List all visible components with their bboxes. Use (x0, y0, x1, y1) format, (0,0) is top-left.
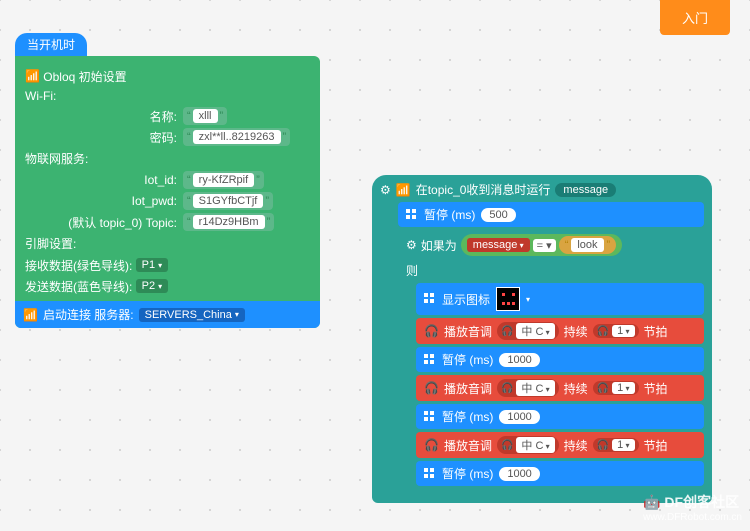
play-tone-block[interactable]: 🎧播放音调🎧中 C持续🎧1节拍 (416, 432, 704, 458)
gear-icon[interactable]: ⚙ (406, 238, 417, 252)
beat-slot[interactable]: 🎧1 (593, 438, 639, 452)
pause-block[interactable]: 暂停 (ms)1000 (416, 404, 704, 429)
pwd-label: 密码: (25, 129, 183, 146)
pwd-slot[interactable]: “zxl**ll..8219263” (183, 128, 290, 146)
obloq-init-block[interactable]: 📶 Obloq 初始设置 Wi-Fi: 名称:“xlll” 密码:“zxl**l… (15, 56, 320, 328)
pause-value[interactable]: 1000 (499, 410, 539, 424)
iot-section: 物联网服务: (25, 150, 310, 167)
watermark: 🤖 DF创客社区 www.DFRobot.com.cn (643, 492, 742, 523)
rx-label: 接收数据(绿色导线): (25, 257, 132, 274)
led-matrix-icon[interactable] (496, 287, 520, 311)
on-message-block[interactable]: ⚙ 📶 在topic_0收到消息时运行 message 暂停 (ms)500 ⚙… (372, 175, 712, 503)
wifi-icon: 📶 (25, 69, 40, 83)
note-slot[interactable]: 🎧中 C (497, 379, 559, 397)
string-slot[interactable]: “look” (559, 236, 617, 254)
wifi-icon: 📶 (23, 308, 38, 322)
pin-section: 引脚设置: (25, 235, 310, 252)
server-dropdown[interactable]: SERVERS_China (139, 308, 245, 322)
pause-value[interactable]: 1000 (499, 467, 539, 481)
headphone-icon: 🎧 (424, 381, 439, 395)
start-label: 启动连接 服务器: (43, 306, 134, 323)
then-label: 则 (398, 260, 704, 283)
obloq-title: Obloq 初始设置 (43, 68, 126, 85)
iotpwd-label: Iot_pwd: (25, 194, 183, 208)
beat-slot[interactable]: 🎧1 (593, 381, 639, 395)
wifi-section: Wi-Fi: (25, 89, 310, 103)
topic-slot[interactable]: “r14Dz9HBm” (183, 213, 274, 231)
pause-value[interactable]: 1000 (499, 353, 539, 367)
wifi-icon: 📶 (396, 183, 411, 197)
headphone-icon: 🎧 (424, 438, 439, 452)
name-slot[interactable]: “xlll” (183, 107, 227, 125)
rx-dropdown[interactable]: P1 (136, 258, 168, 272)
grid-icon (424, 354, 436, 366)
play-tone-block[interactable]: 🎧播放音调🎧中 C持续🎧1节拍 (416, 375, 704, 401)
grid-icon (406, 209, 418, 221)
tx-dropdown[interactable]: P2 (136, 279, 168, 293)
gear-icon[interactable]: ⚙ (380, 183, 391, 197)
message-param[interactable]: message (555, 183, 616, 197)
equals-dropdown[interactable]: = ▾ (533, 239, 556, 252)
grid-icon (424, 293, 436, 305)
intro-button[interactable]: 入门 (660, 0, 730, 35)
on-start-hat: 当开机时 (15, 33, 87, 56)
name-label: 名称: (25, 108, 183, 125)
tx-label: 发送数据(蓝色导线): (25, 278, 132, 295)
grid-icon (424, 468, 436, 480)
pause-block[interactable]: 暂停 (ms)1000 (416, 347, 704, 372)
note-slot[interactable]: 🎧中 C (497, 436, 559, 454)
pause-block[interactable]: 暂停 (ms)1000 (416, 461, 704, 486)
iotid-slot[interactable]: “ry-KfZRpif” (183, 171, 264, 189)
pause-value[interactable]: 500 (481, 208, 515, 222)
show-icon-block[interactable]: 显示图标▾ (416, 283, 704, 315)
on-start-block[interactable]: 当开机时 📶 Obloq 初始设置 Wi-Fi: 名称:“xlll” 密码:“z… (15, 33, 320, 328)
play-tone-block[interactable]: 🎧播放音调🎧中 C持续🎧1节拍 (416, 318, 704, 344)
if-block[interactable]: ⚙ 如果为 message = ▾ “look” (398, 230, 704, 260)
on-msg-title: 在topic_0收到消息时运行 (416, 181, 551, 198)
beat-slot[interactable]: 🎧1 (593, 324, 639, 338)
iotpwd-slot[interactable]: “S1GYfbCTjf” (183, 192, 273, 210)
headphone-icon: 🎧 (424, 324, 439, 338)
start-connect-block[interactable]: 📶 启动连接 服务器: SERVERS_China (15, 301, 320, 328)
iotid-label: Iot_id: (25, 173, 183, 187)
equals-operator[interactable]: message = ▾ “look” (461, 234, 622, 256)
message-var[interactable]: message (467, 238, 530, 252)
grid-icon (424, 411, 436, 423)
note-slot[interactable]: 🎧中 C (497, 322, 559, 340)
pause-block[interactable]: 暂停 (ms)500 (398, 202, 704, 227)
topic-label: (默认 topic_0) Topic: (25, 214, 183, 231)
